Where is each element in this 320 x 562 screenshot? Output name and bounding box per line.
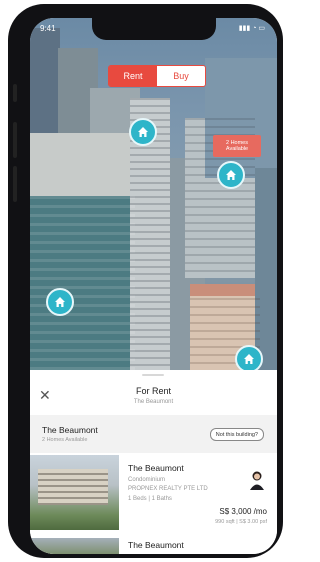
status-icons: ▮▮▮ ◔ ▭	[238, 25, 265, 32]
status-time: 9:41	[40, 24, 56, 33]
building-summary: The Beaumont 2 Homes Available Not this …	[30, 415, 277, 453]
listing-title: The Beaumont	[128, 463, 184, 473]
home-icon	[226, 170, 236, 180]
listing-size: 990 sqft | S$ 3.00 psf	[215, 519, 267, 525]
phone-mute-switch	[13, 84, 17, 102]
building-availability: 2 Homes Available	[42, 437, 88, 443]
listing-photo	[30, 455, 119, 530]
app-screen: 9:41 ▮▮▮ ◔ ▭ Rent Buy 2 Homes Available …	[30, 18, 277, 554]
agent-avatar[interactable]	[249, 470, 265, 490]
map-pin[interactable]	[129, 118, 157, 146]
listing-type: Condominium	[128, 477, 166, 483]
building-name: The Beaumont	[42, 425, 98, 435]
phone-volume-down	[13, 166, 17, 202]
rent-tab[interactable]: Rent	[109, 66, 157, 86]
sheet-drag-handle[interactable]	[142, 374, 164, 376]
home-icon	[244, 354, 254, 364]
sheet-subtitle: The Beaumont	[133, 399, 174, 405]
listing-sheet: ✕ For Rent The Beaumont The Beaumont 2 H…	[30, 370, 277, 554]
map-building-windows	[30, 196, 135, 376]
map-building-roof	[190, 284, 260, 296]
map-view[interactable]: 9:41 ▮▮▮ ◔ ▭ Rent Buy 2 Homes Available	[30, 18, 277, 376]
phone-volume-up	[13, 122, 17, 158]
listing-card[interactable]: The Beaumont	[30, 536, 277, 554]
buy-tab[interactable]: Buy	[157, 66, 205, 86]
listing-photo	[30, 538, 119, 554]
listing-card[interactable]: The Beaumont Condominium PROPNEX REALTY …	[30, 455, 277, 535]
map-pin[interactable]	[46, 288, 74, 316]
sheet-title: For Rent	[135, 386, 171, 396]
listing-title: The Beaumont	[128, 540, 184, 550]
availability-callout[interactable]: 2 Homes Available	[213, 135, 261, 157]
not-this-building-button[interactable]: Not this building?	[209, 428, 264, 441]
listing-agency: PROPNEX REALTY PTE LTD	[128, 486, 208, 492]
map-pin-selected[interactable]	[217, 161, 245, 189]
callout-line2: Available	[225, 146, 249, 152]
home-icon	[138, 127, 148, 137]
rent-buy-toggle[interactable]: Rent Buy	[108, 65, 206, 87]
listing-price: S$ 3,000 /mo	[219, 507, 267, 516]
home-icon	[55, 297, 65, 307]
phone-notch	[92, 18, 216, 40]
map-pin[interactable]	[235, 345, 263, 373]
listing-beds-baths: 1 Beds | 1 Baths	[128, 496, 172, 502]
